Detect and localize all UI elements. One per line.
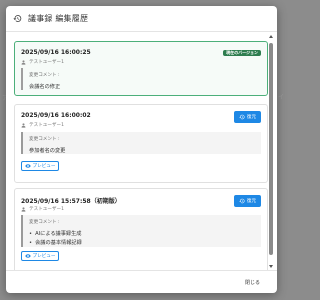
- edit-history-dialog: 議事録 編集履歴 2025/09/16 16:00:25 現在のバージョン テス…: [6, 6, 277, 293]
- scroll-down-arrow-icon[interactable]: [269, 265, 273, 268]
- preview-label: プレビュー: [32, 254, 56, 259]
- version-card-current: 2025/09/16 16:00:25 現在のバージョン テストユーザー1 変更…: [14, 41, 268, 96]
- comment-text: 会議名の修正: [29, 84, 61, 90]
- version-card-initial: 2025/09/16 15:57:58（初期版） 復元 テストユーザー1 変更コ…: [14, 188, 268, 270]
- restore-icon: [239, 114, 245, 120]
- version-user: テストユーザー1: [21, 59, 64, 65]
- scroll-up-arrow-icon[interactable]: [269, 35, 273, 38]
- comment-label: 変更コメント :: [29, 73, 60, 78]
- dialog-title: 議事録 編集履歴: [28, 14, 89, 23]
- version-date: 2025/09/16 15:57:58（初期版）: [21, 198, 121, 205]
- version-date: 2025/09/16 16:00:02: [21, 112, 91, 119]
- restore-label: 復元: [246, 115, 257, 120]
- change-comment-box: 変更コメント : 参加者名の変更: [21, 132, 261, 154]
- comment-label: 変更コメント :: [29, 137, 60, 142]
- restore-button[interactable]: 復元: [234, 111, 261, 123]
- close-button[interactable]: 閉じる: [245, 279, 260, 286]
- dialog-header: 議事録 編集履歴: [6, 6, 277, 32]
- version-user-name: テストユーザー1: [29, 60, 64, 65]
- version-list[interactable]: 2025/09/16 16:00:25 現在のバージョン テストユーザー1 変更…: [6, 33, 277, 270]
- preview-label: プレビュー: [32, 164, 56, 169]
- version-user: テストユーザー1: [21, 206, 64, 212]
- version-date: 2025/09/16 16:00:25: [21, 49, 91, 56]
- person-icon: [21, 59, 26, 65]
- scrollbar-thumb[interactable]: [269, 43, 273, 255]
- eye-icon: [24, 164, 31, 168]
- comment-list-item: AIによる議事録生成: [29, 230, 255, 237]
- scrollbar[interactable]: [269, 35, 273, 268]
- version-user: テストユーザー1: [21, 122, 64, 128]
- comment-list-item: 会議の基本情報記録: [29, 239, 255, 246]
- version-user-name: テストユーザー1: [29, 123, 64, 128]
- restore-button[interactable]: 復元: [234, 195, 261, 207]
- version-user-name: テストユーザー1: [29, 207, 64, 212]
- preview-button[interactable]: プレビュー: [21, 161, 59, 171]
- current-version-badge: 現在のバージョン: [223, 50, 261, 56]
- change-comment-box: 変更コメント : AIによる議事録生成 会議の基本情報記録: [21, 215, 261, 247]
- preview-button[interactable]: プレビュー: [21, 251, 59, 261]
- eye-icon: [24, 254, 31, 258]
- history-icon: [13, 14, 22, 23]
- person-icon: [21, 122, 26, 128]
- person-icon: [21, 206, 26, 212]
- comment-list: AIによる議事録生成 会議の基本情報記録: [29, 230, 255, 246]
- comment-label: 変更コメント :: [29, 220, 60, 225]
- version-card: 2025/09/16 16:00:02 復元 テストユーザー1 変更コメント :…: [14, 104, 268, 183]
- restore-icon: [239, 198, 245, 204]
- restore-label: 復元: [246, 199, 257, 204]
- dialog-footer: 閉じる: [6, 270, 277, 293]
- backdrop-text-right: イ: [278, 94, 285, 101]
- change-comment-box: 変更コメント : 会議名の修正: [21, 68, 101, 90]
- comment-text: 参加者名の変更: [29, 148, 66, 154]
